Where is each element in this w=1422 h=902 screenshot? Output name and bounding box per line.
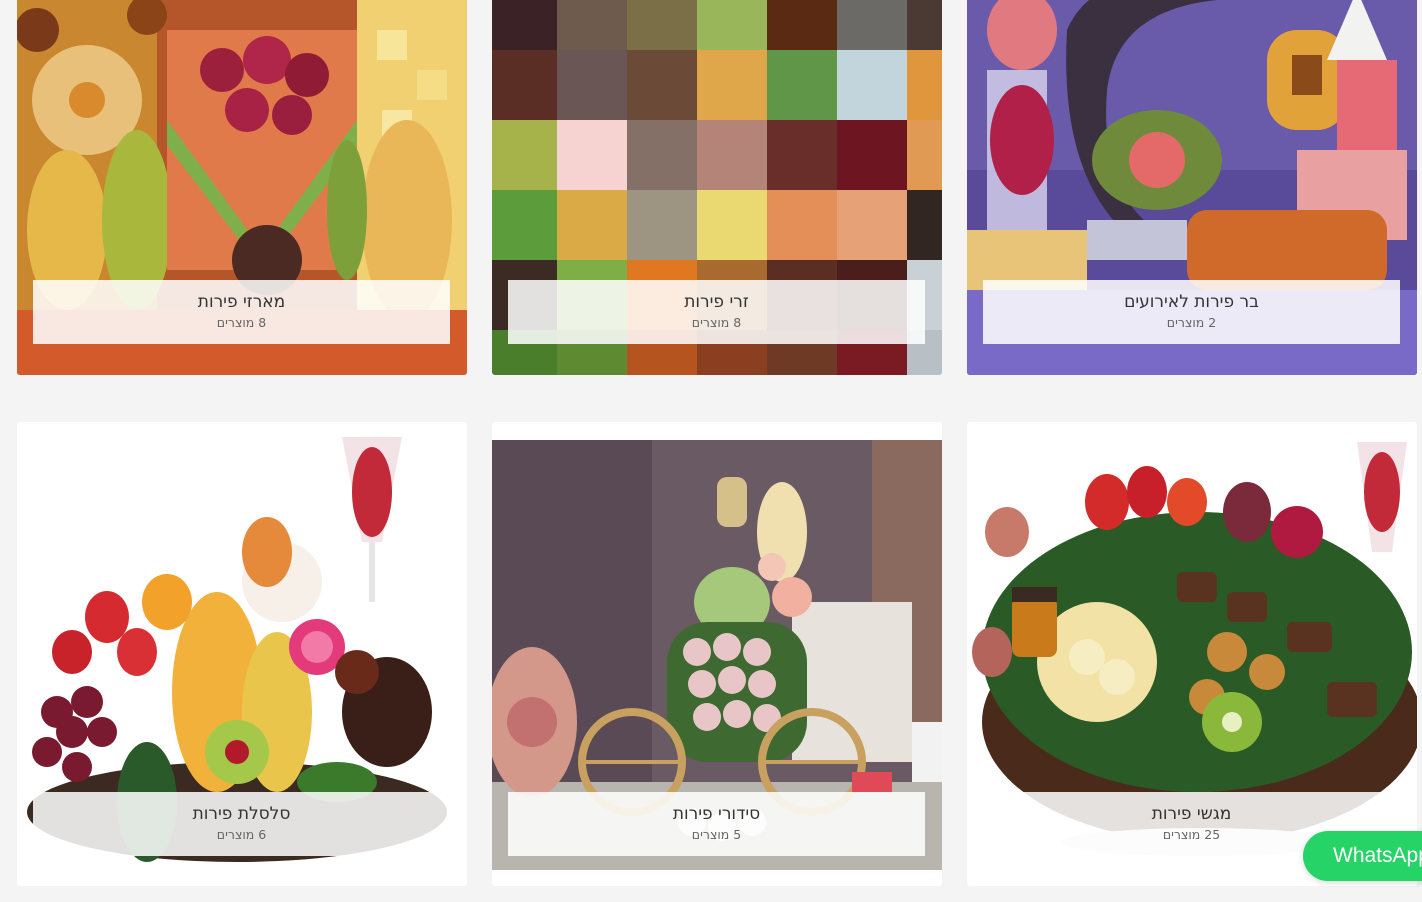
whatsapp-label: WhatsApp — [1333, 844, 1422, 867]
category-product-count: 2 מוצרים — [1166, 315, 1217, 330]
category-caption: בר פירות לאירועים 2 מוצרים — [983, 280, 1400, 344]
category-card-fruit-bouquets[interactable]: זרי פירות 8 מוצרים — [492, 0, 942, 375]
category-title: מארזי פירות — [197, 292, 286, 312]
category-product-count: 8 מוצרים — [691, 315, 742, 330]
category-card-fruit-baskets[interactable]: סלסלת פירות 6 מוצרים — [17, 422, 467, 886]
category-card-fruit-trays[interactable]: מגשי פירות 25 מוצרים — [967, 422, 1417, 886]
category-title: בר פירות לאירועים — [1124, 292, 1259, 312]
category-product-count: 6 מוצרים — [216, 827, 267, 842]
category-caption: מארזי פירות 8 מוצרים — [33, 280, 450, 344]
category-caption: סלסלת פירות 6 מוצרים — [33, 792, 450, 856]
whatsapp-chat-button[interactable]: WhatsApp — [1303, 831, 1422, 881]
category-card-fruit-packages[interactable]: מארזי פירות 8 מוצרים — [17, 0, 467, 375]
category-title: מגשי פירות — [1151, 804, 1232, 824]
category-title: סידורי פירות — [672, 804, 761, 824]
category-caption: זרי פירות 8 מוצרים — [508, 280, 925, 344]
category-caption: סידורי פירות 5 מוצרים — [508, 792, 925, 856]
category-title: זרי פירות — [684, 292, 749, 312]
category-card-fruit-arrangements[interactable]: סידורי פירות 5 מוצרים — [492, 422, 942, 886]
category-title: סלסלת פירות — [192, 804, 291, 824]
category-card-event-fruit-bar[interactable]: בר פירות לאירועים 2 מוצרים — [967, 0, 1417, 375]
category-grid-page: מארזי פירות 8 מוצרים זרי פירות 8 מוצרים … — [0, 0, 1422, 902]
category-product-count: 5 מוצרים — [691, 827, 742, 842]
category-product-count: 8 מוצרים — [216, 315, 267, 330]
